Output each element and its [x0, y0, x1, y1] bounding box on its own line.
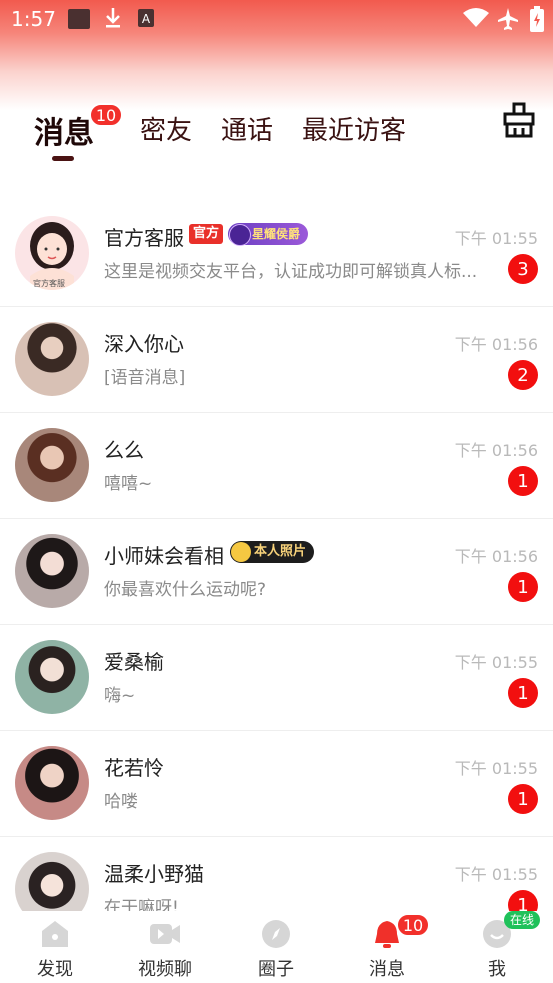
conversation-row[interactable]: 官方客服 官方客服 官方 星耀侯爵 这里是视频交友平台，认证成功即可解锁真人标.… [0, 200, 553, 307]
nav-circle[interactable]: 圈子 [221, 911, 331, 983]
messages-tab-badge: 10 [89, 103, 123, 127]
verified-photo-label: 本人照片 [254, 544, 307, 559]
message-time: 下午 01:55 [454, 229, 538, 248]
nav-messages-badge: 10 [396, 913, 430, 937]
message-time: 下午 01:55 [454, 759, 538, 778]
status-bar: 1:57 A [0, 0, 553, 38]
video-icon [150, 924, 180, 944]
unread-count-badge: 2 [508, 360, 538, 390]
avatar-caption: 官方客服 [33, 279, 65, 288]
broom-icon [503, 102, 535, 138]
wifi-icon [463, 8, 489, 32]
nav-label: 我 [488, 959, 506, 980]
message-preview: 哈喽 [104, 792, 138, 812]
unread-count-badge: 1 [508, 466, 538, 496]
compass-icon [262, 920, 290, 948]
download-icon [104, 6, 122, 34]
message-time: 下午 01:55 [454, 865, 538, 884]
notification-icon [68, 9, 90, 29]
nav-label: 视频聊 [138, 959, 192, 980]
home-icon [42, 921, 68, 947]
vip-rank-label: 星耀侯爵 [252, 227, 301, 241]
message-preview: 你最喜欢什么运动呢? [104, 580, 267, 600]
nav-video-chat[interactable]: 视频聊 [110, 911, 220, 983]
contact-name: 深入你心 [104, 332, 184, 356]
message-preview: 嗨~ [104, 686, 136, 706]
online-status-badge: 在线 [504, 911, 541, 929]
message-preview: 这里是视频交友平台，认证成功即可解锁真人标... [104, 262, 478, 282]
status-time: 1:57 [11, 7, 56, 31]
message-preview: [语音消息] [104, 368, 186, 388]
message-time: 下午 01:56 [454, 441, 538, 460]
message-time: 下午 01:56 [454, 547, 538, 566]
person-icon [231, 542, 251, 562]
unread-count-badge: 1 [508, 572, 538, 602]
avatar [15, 322, 89, 396]
contact-name: 温柔小野猫 [104, 862, 204, 886]
avatar [15, 534, 89, 608]
rank-emblem-icon [229, 224, 251, 246]
vip-rank-badge: 星耀侯爵 [228, 223, 309, 246]
font-icon: A [138, 9, 154, 31]
contact-name: 官方客服 [104, 226, 184, 250]
svg-text:A: A [142, 12, 151, 26]
verified-photo-badge: 本人照片 [230, 541, 315, 563]
message-time: 下午 01:55 [454, 653, 538, 672]
conversation-row[interactable]: 小师妹会看相 本人照片 你最喜欢什么运动呢? 下午 01:56 1 [0, 518, 553, 625]
tab-calls[interactable]: 通话 [221, 110, 273, 147]
nav-label: 发现 [37, 959, 73, 980]
conversation-row[interactable]: 花若怜 哈喽 下午 01:55 1 [0, 730, 553, 837]
avatar [15, 640, 89, 714]
conversation-row[interactable]: 么么 嘻嘻~ 下午 01:56 1 [0, 412, 553, 519]
nav-label: 消息 [369, 959, 405, 980]
battery-icon [530, 6, 544, 36]
tab-bar: 消息 10 密友 通话 最近访客 [0, 100, 553, 170]
message-time: 下午 01:56 [454, 335, 538, 354]
tab-messages[interactable]: 消息 [34, 108, 94, 152]
bottom-navigation: 发现 视频聊 圈子 消息 10 我 在线 [0, 911, 553, 983]
airplane-icon [497, 7, 519, 35]
active-tab-indicator [52, 156, 74, 161]
conversation-row[interactable]: 深入你心 [语音消息] 下午 01:56 2 [0, 306, 553, 413]
avatar [15, 746, 89, 820]
nav-label: 圈子 [258, 959, 294, 980]
contact-name: 小师妹会看相 [104, 544, 224, 568]
tab-close-friends[interactable]: 密友 [140, 110, 192, 147]
contact-name: 花若怜 [104, 756, 164, 780]
unread-count-badge: 3 [508, 254, 538, 284]
contact-name: 爱桑榆 [104, 650, 164, 674]
avatar [15, 428, 89, 502]
nav-discover[interactable]: 发现 [0, 911, 110, 983]
unread-count-badge: 1 [508, 784, 538, 814]
tab-recent-visitors[interactable]: 最近访客 [302, 110, 406, 147]
conversation-row[interactable]: 爱桑榆 嗨~ 下午 01:55 1 [0, 624, 553, 731]
official-badge: 官方 [189, 224, 224, 244]
unread-count-badge: 1 [508, 678, 538, 708]
contact-name: 么么 [104, 438, 144, 462]
message-preview: 嘻嘻~ [104, 474, 153, 494]
clear-messages-button[interactable] [502, 102, 536, 138]
